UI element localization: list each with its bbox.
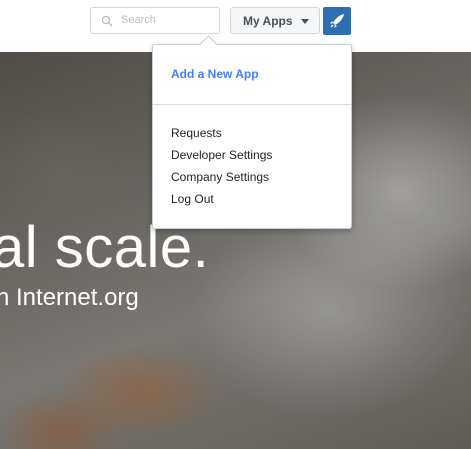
my-apps-label: My Apps [243, 14, 293, 28]
menu-item-requests[interactable]: Requests [171, 126, 222, 140]
chevron-down-icon [301, 19, 309, 24]
account-button[interactable] [323, 7, 351, 35]
menu-item-developer-settings[interactable]: Developer Settings [171, 148, 272, 162]
menu-item-company-settings[interactable]: Company Settings [171, 170, 269, 184]
search-input[interactable]: Search [90, 7, 220, 34]
menu-item-log-out[interactable]: Log Out [171, 192, 214, 206]
search-placeholder: Search [121, 14, 156, 26]
my-apps-button[interactable]: My Apps [230, 7, 320, 34]
hero-subheadline: h Internet.org [0, 284, 139, 311]
search-icon [101, 15, 113, 27]
rocket-icon [330, 14, 344, 28]
add-new-app-link[interactable]: Add a New App [171, 67, 259, 81]
my-apps-dropdown: Add a New App Requests Developer Setting… [152, 35, 352, 229]
page: al scale. h Internet.org Search My Apps [0, 0, 471, 449]
dropdown-divider [153, 104, 351, 105]
